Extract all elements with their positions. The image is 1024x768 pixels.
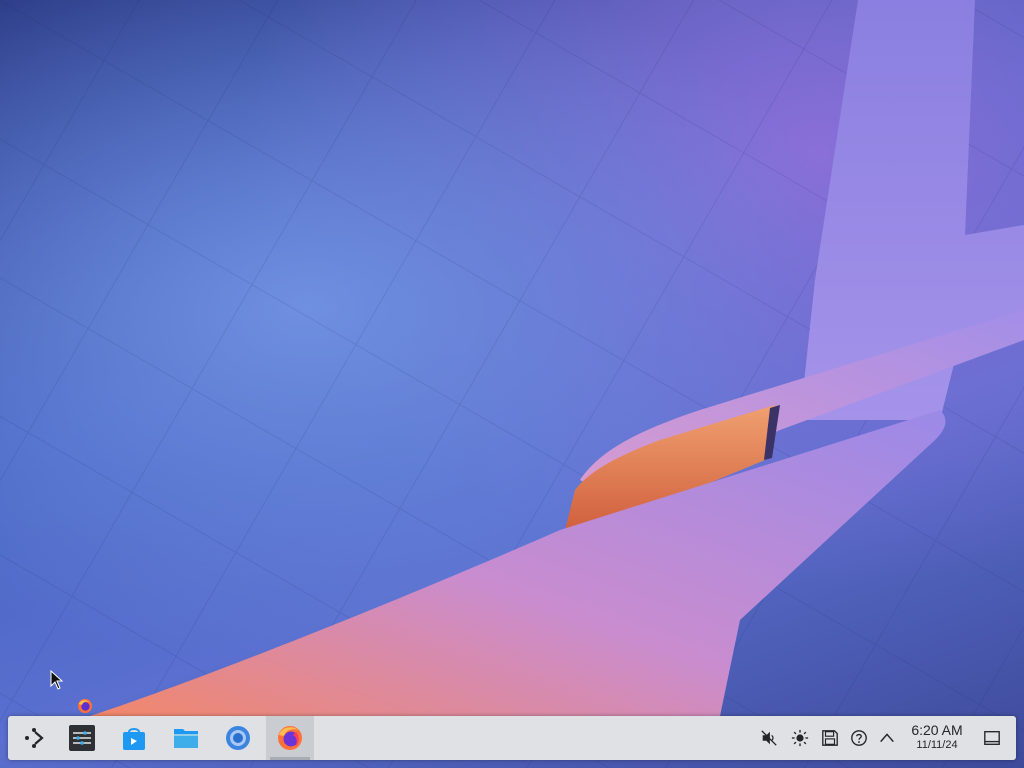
disks-icon <box>822 730 838 746</box>
tray-disks-button[interactable] <box>820 728 840 748</box>
chromium-icon <box>226 726 250 750</box>
tray-help-button[interactable] <box>849 728 869 748</box>
show-desktop-icon <box>984 731 1000 745</box>
taskbar-app-firefox[interactable] <box>266 716 314 760</box>
taskbar-app-file-manager[interactable] <box>162 716 210 760</box>
taskbar-app-chromium[interactable] <box>214 716 262 760</box>
show-desktop-button[interactable] <box>982 728 1002 748</box>
tray-volume-button[interactable] <box>759 728 779 748</box>
taskbar-app-discover[interactable] <box>110 716 158 760</box>
wallpaper <box>0 0 1024 768</box>
taskbar-app-system-monitor[interactable] <box>58 716 106 760</box>
tray-brightness-button[interactable] <box>790 728 810 748</box>
mouse-cursor-icon <box>50 670 64 690</box>
volume-muted-icon <box>761 730 777 746</box>
chevron-up-icon <box>880 733 894 743</box>
application-launcher-button[interactable] <box>10 716 58 760</box>
desktop <box>0 0 1024 768</box>
clock-time: 6:20 AM <box>911 722 963 738</box>
clock-date: 11/11/24 <box>916 739 958 751</box>
firefox-icon <box>278 726 302 750</box>
taskbar: 6:20 AM 11/11/24 <box>8 716 1016 760</box>
brightness-icon <box>791 729 809 747</box>
desktop-firefox-icon[interactable] <box>77 698 93 714</box>
digital-clock[interactable]: 6:20 AM 11/11/24 <box>900 721 974 755</box>
file-manager-icon <box>174 729 198 748</box>
system-monitor-icon <box>69 725 95 751</box>
discover-store-icon <box>123 728 145 750</box>
help-icon <box>851 730 867 746</box>
application-launcher-icon <box>25 728 44 748</box>
tray-expand-button[interactable] <box>877 728 897 748</box>
